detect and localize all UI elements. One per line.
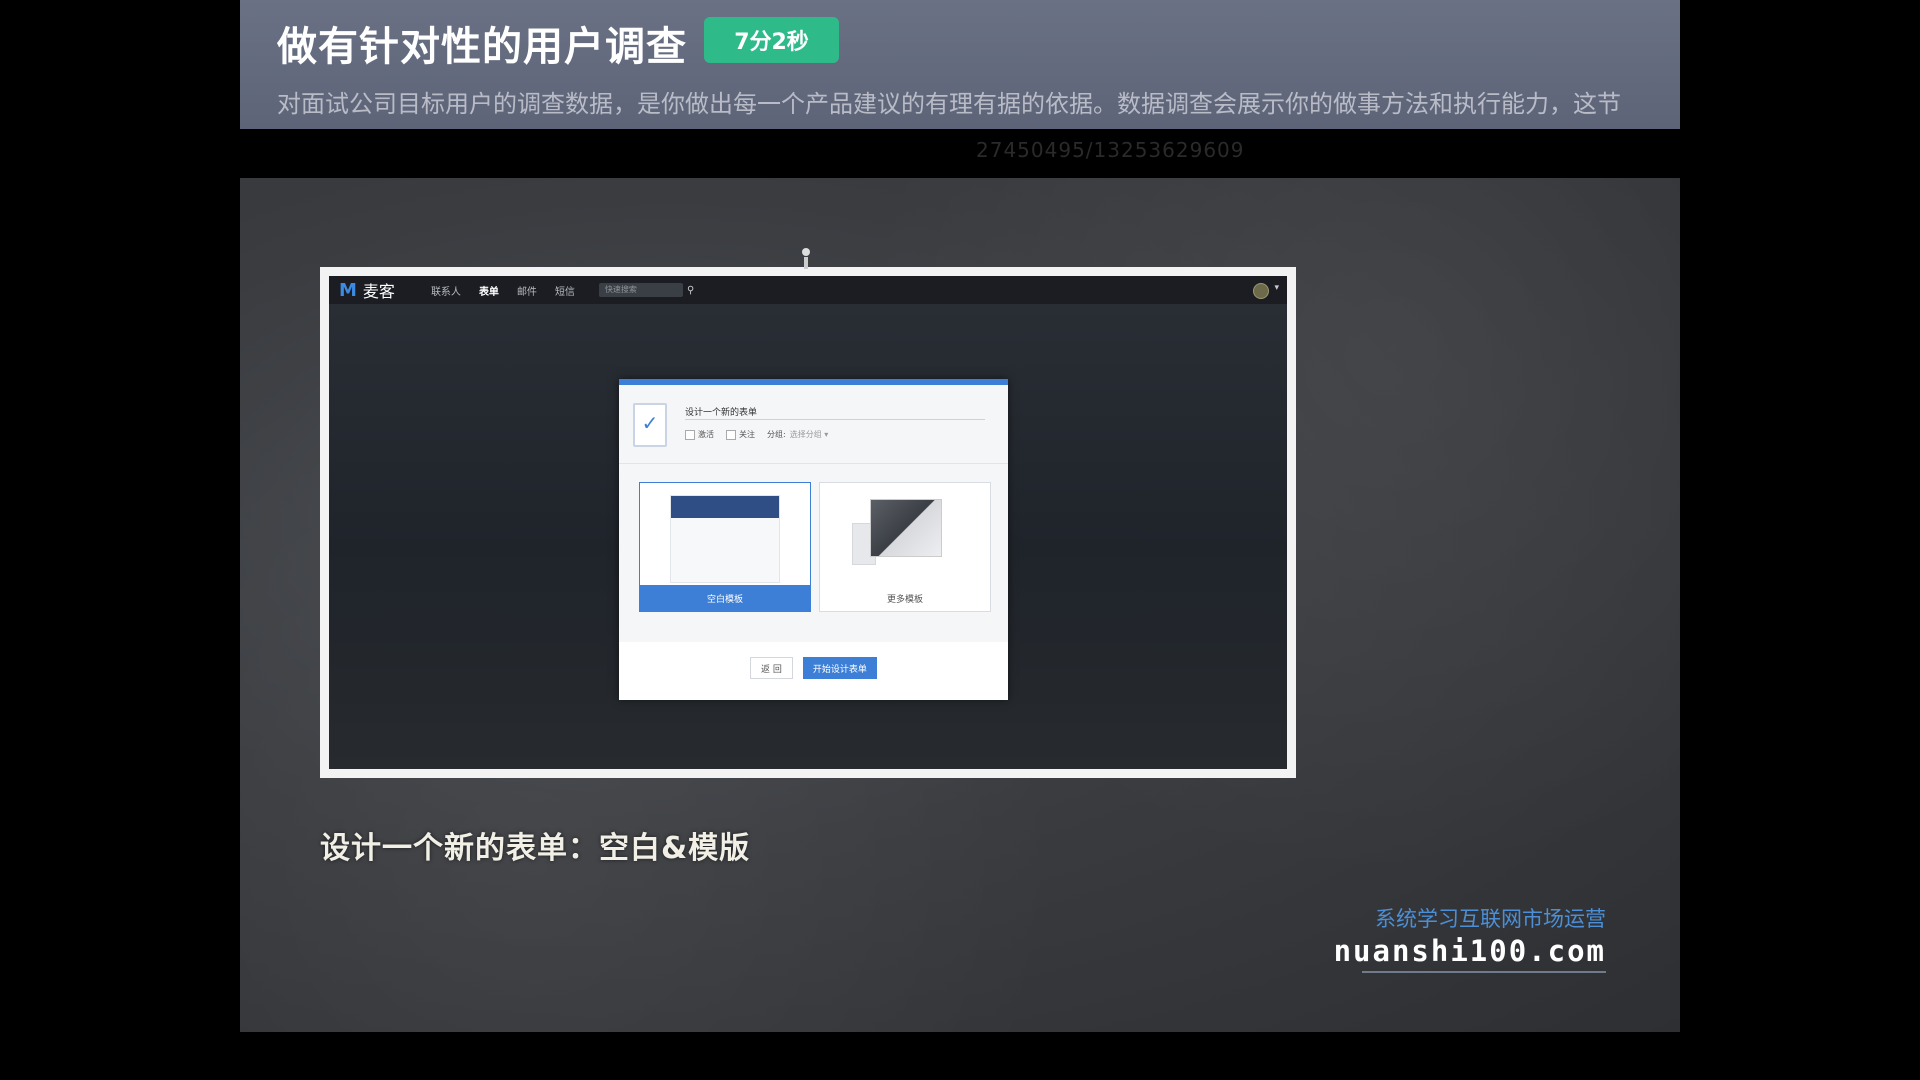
- app-logo[interactable]: M 麦客: [339, 278, 395, 302]
- template-area: 空白模板 更多模板: [619, 464, 1008, 642]
- lesson-header: 做有针对性的用户调查 7分2秒 对面试公司目标用户的调查数据，是你做出每一个产品…: [240, 0, 1680, 129]
- template-more-label: 更多模板: [820, 585, 990, 611]
- template-blank-label: 空白模板: [640, 585, 810, 611]
- more-template-preview: [870, 499, 942, 557]
- option-activate[interactable]: 激活: [685, 429, 714, 440]
- form-name-input[interactable]: [685, 403, 985, 420]
- nav-sms[interactable]: 短信: [555, 283, 575, 298]
- option-follow[interactable]: 关注: [726, 429, 755, 440]
- chalkboard-slide: M 麦客 联系人 表单 邮件 短信 快速搜索 ⚲ ▾ ✓ 设计一个新的表单 激活…: [240, 178, 1680, 1032]
- form-check-icon: ✓: [633, 403, 667, 447]
- watermark-id: 27450495/13253629609: [976, 138, 1245, 162]
- nav-forms[interactable]: 表单: [479, 283, 499, 298]
- activate-checkbox[interactable]: [685, 429, 695, 440]
- follow-label: 关注: [739, 430, 755, 439]
- form-options: 激活 关注 分组: 选择分组 ▾: [685, 429, 828, 440]
- dialog-header: ✓ 激活 关注 分组: 选择分组 ▾: [619, 385, 1008, 464]
- app-screen: M 麦客 联系人 表单 邮件 短信 快速搜索 ⚲ ▾ ✓ 设计一个新的表单 激活…: [329, 276, 1287, 769]
- brand-slogan: 系统学习互联网市场运营: [1375, 907, 1606, 931]
- avatar[interactable]: [1253, 283, 1269, 299]
- brand-url: nuanshi100.com: [1333, 934, 1606, 968]
- slide-caption: 设计一个新的表单：空白&模版: [320, 831, 751, 866]
- app-search-input[interactable]: 快速搜索: [598, 283, 683, 297]
- search-icon[interactable]: ⚲: [687, 285, 694, 296]
- group-label: 分组:: [767, 430, 786, 439]
- nav-contacts[interactable]: 联系人: [431, 283, 461, 298]
- template-blank-card[interactable]: 空白模板: [639, 482, 811, 612]
- start-design-button[interactable]: 开始设计表单: [802, 657, 877, 679]
- new-form-dialog: ✓ 激活 关注 分组: 选择分组 ▾: [619, 379, 1008, 700]
- activate-label: 激活: [698, 430, 714, 439]
- chevron-down-icon[interactable]: ▾: [1274, 283, 1279, 293]
- lesson-subtitle: 对面试公司目标用户的调查数据，是你做出每一个产品建议的有理有据的依据。数据调查会…: [277, 90, 1621, 118]
- follow-checkbox[interactable]: [726, 429, 736, 440]
- screenshot-frame: M 麦客 联系人 表单 邮件 短信 快速搜索 ⚲ ▾ ✓ 设计一个新的表单 激活…: [320, 267, 1296, 778]
- blank-template-preview: [670, 495, 780, 583]
- logo-text: 麦客: [362, 282, 395, 301]
- lesson-title: 做有针对性的用户调查: [277, 24, 687, 70]
- nav-email[interactable]: 邮件: [517, 283, 537, 298]
- duration-badge: 7分2秒: [704, 17, 839, 63]
- back-button[interactable]: 返 回: [750, 657, 793, 679]
- app-navbar: M 麦客 联系人 表单 邮件 短信 快速搜索 ⚲ ▾: [329, 276, 1287, 304]
- dialog-footer: 返 回 开始设计表单: [619, 642, 1008, 694]
- mouse-cursor-icon: [802, 248, 810, 270]
- group-select[interactable]: 选择分组 ▾: [790, 429, 829, 440]
- template-more-card[interactable]: 更多模板: [819, 482, 991, 612]
- logo-mark-icon: M: [339, 279, 357, 301]
- brand-divider: [1362, 971, 1606, 973]
